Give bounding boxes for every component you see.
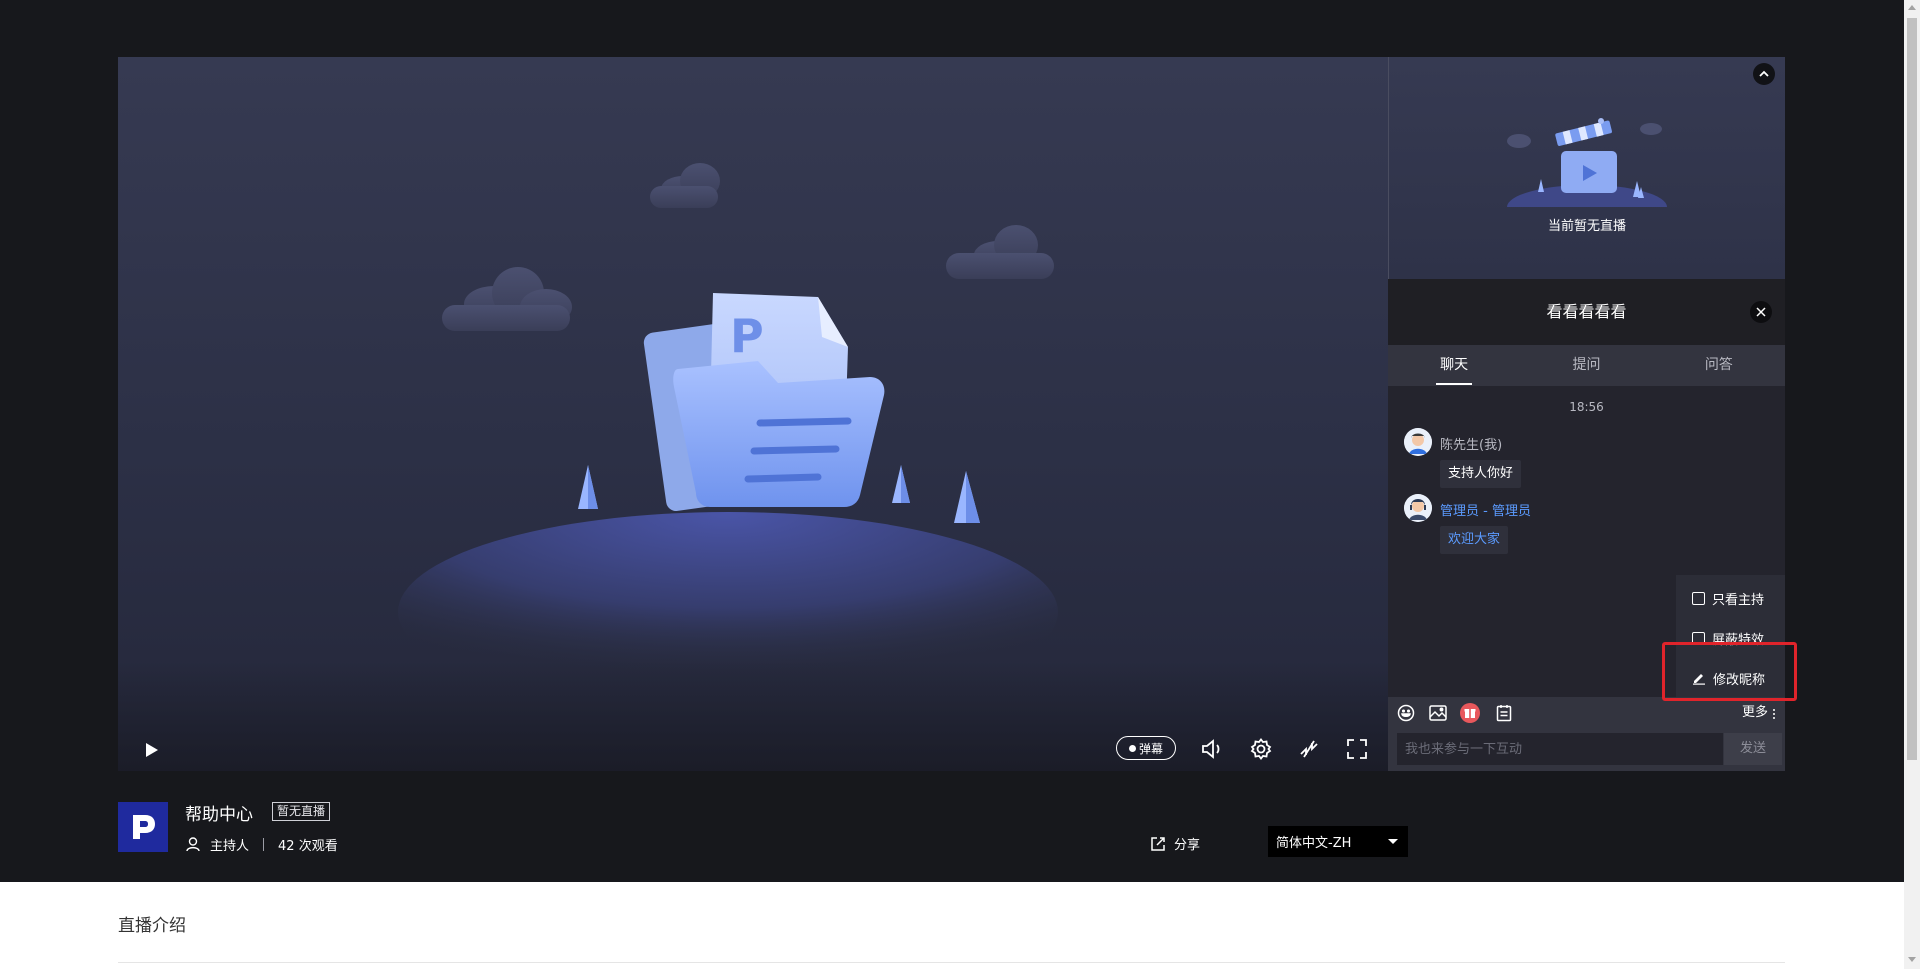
room-title: 帮助中心 [185,805,253,825]
tab-qa[interactable]: 问答 [1653,345,1785,386]
share-button[interactable]: 分享 [1150,834,1200,853]
menu-item-label: 屏蔽特效 [1712,632,1765,648]
checkbox[interactable] [1692,631,1705,645]
divider [118,962,1785,963]
video-player[interactable]: P 弹幕 [118,57,1388,771]
settings-icon[interactable] [1248,736,1274,762]
pencil-icon [1693,674,1705,685]
emoji-icon[interactable] [1396,703,1416,723]
clapperboard-illustration [1507,118,1667,207]
play-icon[interactable] [138,737,164,763]
room-meta: 主持人 42 次观看 [186,835,338,854]
menu-item-label: 修改昵称 [1713,672,1766,688]
user-icon [186,837,200,852]
menu-item-edit-nickname[interactable]: 修改昵称 [1692,668,1765,688]
checkbox[interactable] [1692,591,1705,605]
status-badge: 暂无直播 [272,802,331,821]
scroll-thumb[interactable] [1907,18,1917,760]
danmu-toggle[interactable]: 弹幕 [1116,736,1176,760]
scroll-up-icon[interactable] [1908,5,1916,10]
chevron-up-icon [1759,70,1769,77]
host-label: 主持人 [210,839,250,854]
mini-player[interactable]: 当前暂无直播 [1388,57,1785,279]
view-count: 42 次观看 [278,839,338,854]
language-value: 简体中文-ZH [1276,836,1352,851]
p-logo-icon [133,815,155,839]
collapse-button[interactable] [1753,63,1775,85]
line-switch-icon[interactable] [1296,736,1322,762]
chat-header: 看看看看看 [1388,279,1785,345]
gift-icon[interactable] [1460,703,1480,723]
vertical-dots-icon [1773,709,1776,719]
menu-item-block-effects[interactable]: 屏蔽特效 [1692,628,1764,648]
send-button[interactable]: 发送 [1724,733,1782,765]
volume-icon[interactable] [1199,736,1225,762]
scroll-down-icon[interactable] [1908,957,1916,962]
image-icon[interactable] [1428,703,1448,723]
chat-toolbar: 更多 [1388,697,1785,729]
sender-name: 陈先生(我) [1440,438,1503,453]
avatar [1404,428,1432,456]
notes-icon[interactable] [1494,703,1514,723]
tab-chat[interactable]: 聊天 [1388,345,1520,386]
message-text: 支持人你好 [1440,460,1522,488]
controls-gradient [118,661,1388,771]
no-live-status: 当前暂无直播 [1547,219,1626,234]
chat-input[interactable] [1397,733,1723,765]
more-menu: 只看主持 屏蔽特效 修改昵称 [1676,575,1785,697]
toggle-dot-icon [1128,744,1136,752]
fullscreen-icon[interactable] [1344,736,1370,762]
page-scrollbar[interactable] [1904,0,1920,969]
more-button[interactable]: 更多 [1742,697,1776,729]
message-text: 欢迎大家 [1440,526,1509,554]
close-icon [1756,307,1766,317]
share-icon [1151,836,1165,851]
intro-title: 直播介绍 [118,916,186,936]
side-panel: 当前暂无直播 看看看看看 聊天 提问 问答 18:56 陈先生(我) 支持人你好… [1388,57,1785,771]
chat-tabs: 聊天 提问 问答 [1388,345,1785,386]
svg-text:P: P [730,309,764,363]
menu-item-host-only[interactable]: 只看主持 [1692,588,1764,608]
caret-down-icon [1388,839,1398,844]
message-time: 18:56 [1569,400,1604,414]
chat-input-row: 发送 [1388,729,1785,771]
close-chat-button[interactable] [1750,301,1772,323]
more-label: 更多 [1742,705,1769,720]
chat-title: 看看看看看 [1546,302,1627,321]
tab-question[interactable]: 提问 [1520,345,1652,386]
menu-item-label: 只看主持 [1712,592,1765,608]
sender-name: 管理员 - 管理员 [1440,504,1531,519]
avatar [1404,494,1432,522]
danmu-label: 弹幕 [1138,741,1163,756]
language-select[interactable]: 简体中文-ZH [1268,826,1408,857]
channel-logo [118,802,168,852]
divider [263,838,265,851]
share-label: 分享 [1174,838,1201,853]
